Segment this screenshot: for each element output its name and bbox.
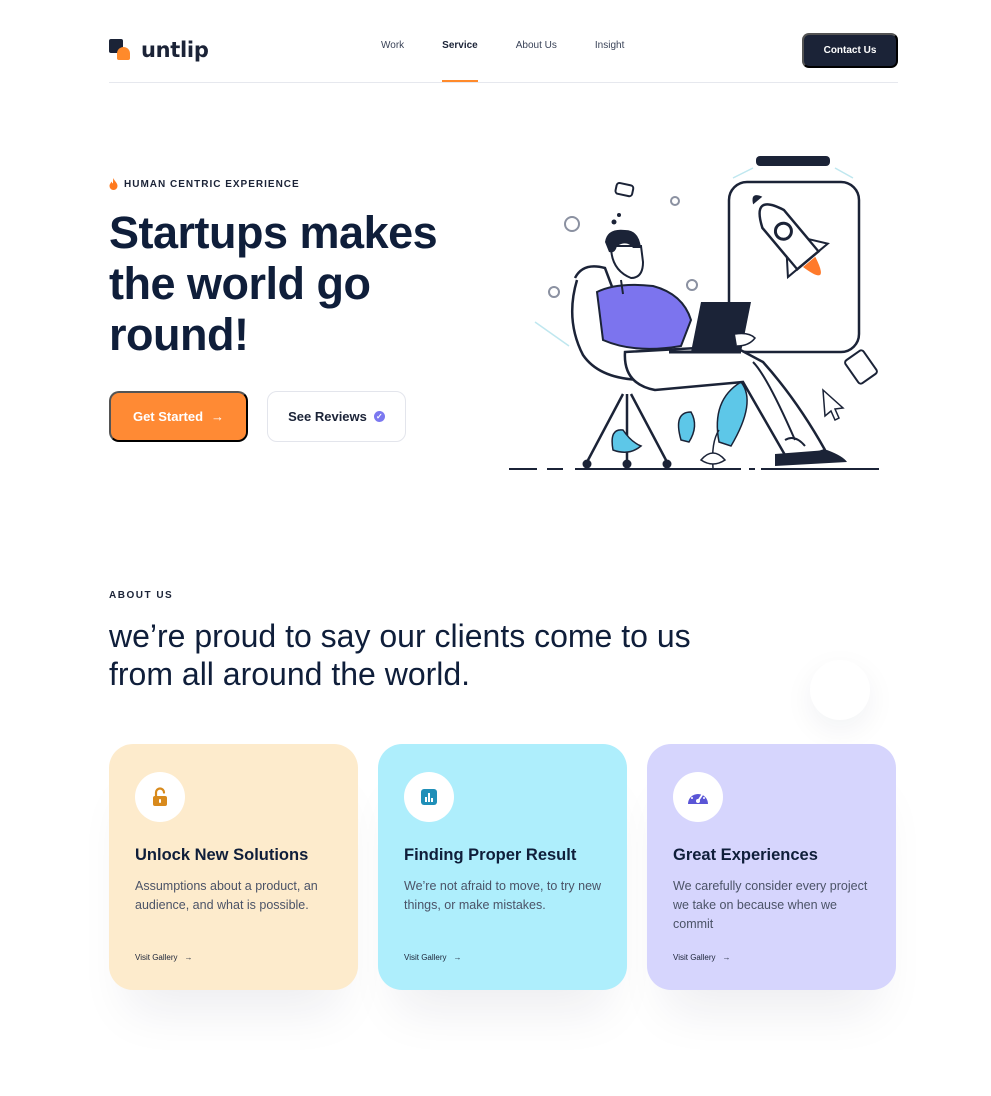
visit-gallery-link[interactable]: Visit Gallery → — [135, 953, 193, 962]
see-reviews-label: See Reviews — [288, 409, 367, 424]
visit-gallery-link[interactable]: Visit Gallery → — [673, 953, 731, 962]
card-title: Unlock New Solutions — [135, 846, 309, 864]
hero-eyebrow: HUMAN CENTRIC EXPERIENCE — [109, 178, 300, 190]
about-label: ABOUT US — [109, 590, 174, 601]
nav-item-insight[interactable]: Insight — [595, 40, 624, 82]
nav-item-about-us[interactable]: About Us — [516, 40, 557, 82]
visit-gallery-link[interactable]: Visit Gallery → — [404, 953, 462, 962]
nav-item-work[interactable]: Work — [381, 40, 404, 82]
hero-eyebrow-text: HUMAN CENTRIC EXPERIENCE — [124, 178, 300, 190]
feature-card-experiences: Great Experiences We carefully consider … — [647, 744, 896, 990]
feature-card-result: Finding Proper Result We’re not afraid t… — [378, 744, 627, 990]
card-title: Finding Proper Result — [404, 846, 577, 864]
chart-icon — [404, 772, 454, 822]
arrow-right-icon: → — [184, 953, 193, 962]
visit-gallery-label: Visit Gallery — [404, 953, 447, 962]
visit-gallery-label: Visit Gallery — [135, 953, 178, 962]
get-started-label: Get Started — [132, 409, 204, 424]
decorative-glow — [810, 660, 870, 720]
hero-title: Startups makes the world go round! — [109, 207, 438, 360]
main-nav: Work Service About Us Insight — [381, 40, 624, 82]
logo-text: untlip — [141, 38, 209, 62]
card-text: We’re not afraid to move, to try new thi… — [404, 879, 602, 912]
feature-cards: Unlock New Solutions Assumptions about a… — [109, 744, 896, 990]
see-reviews-button[interactable]: See Reviews ✓ — [267, 391, 406, 442]
arrow-right-icon: → — [453, 953, 462, 962]
nav-item-service[interactable]: Service — [442, 40, 478, 82]
site-header: untlip Work Service About Us Insight Con… — [109, 0, 898, 83]
logo[interactable]: untlip — [109, 38, 209, 62]
about-title: we’re proud to say our clients come to u… — [109, 618, 691, 692]
card-text: Assumptions about a product, an audience… — [135, 879, 318, 912]
flame-icon — [109, 178, 118, 190]
card-text: We carefully consider every project we t… — [673, 879, 868, 931]
logo-mark-icon — [109, 39, 131, 61]
get-started-button[interactable]: Get Started → — [109, 391, 248, 442]
hero-illustration — [509, 156, 879, 470]
arrow-right-icon: → — [211, 409, 225, 424]
contact-us-button[interactable]: Contact Us — [802, 33, 898, 68]
gauge-icon — [673, 772, 723, 822]
check-badge-icon: ✓ — [373, 411, 385, 422]
visit-gallery-label: Visit Gallery — [673, 953, 716, 962]
lock-icon — [135, 772, 185, 822]
feature-card-unlock: Unlock New Solutions Assumptions about a… — [109, 744, 358, 990]
arrow-right-icon: → — [722, 953, 731, 962]
card-title: Great Experiences — [673, 846, 818, 864]
